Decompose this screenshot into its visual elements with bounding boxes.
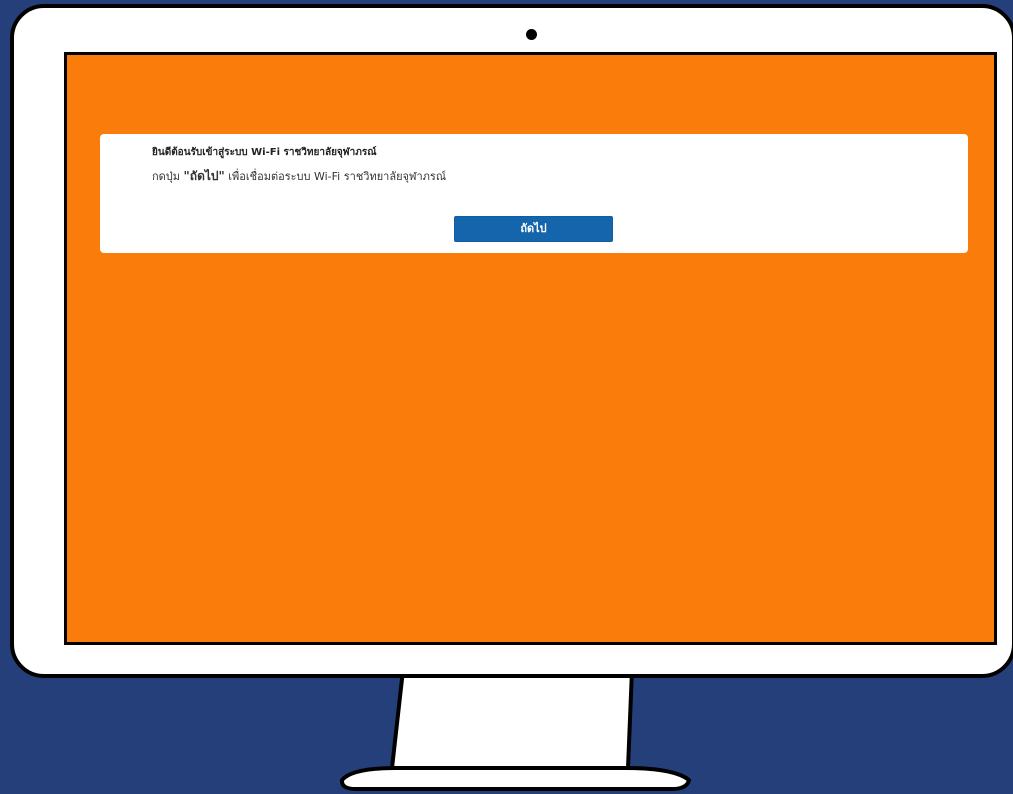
- instruction-suffix: เพื่อเชื่อมต่อระบบ Wi-Fi ราชวิทยาลัยจุฬา…: [228, 170, 447, 183]
- next-button[interactable]: ถัดไป: [454, 216, 613, 242]
- instruction-prefix: กดปุ่ม: [152, 170, 181, 183]
- welcome-instruction: กดปุ่ม "ถัดไป" เพื่อเชื่อมต่อระบบ Wi-Fi …: [152, 169, 954, 184]
- monitor-screen: ยินดีต้อนรับเข้าสู่ระบบ Wi-Fi ราชวิทยาลั…: [64, 52, 997, 645]
- instruction-button-ref: "ถัดไป": [183, 169, 225, 183]
- welcome-title: ยินดีต้อนรับเข้าสู่ระบบ Wi-Fi ราชวิทยาลั…: [152, 147, 377, 158]
- webcam-icon: [526, 29, 537, 40]
- monitor-illustration: ยินดีต้อนรับเข้าสู่ระบบ Wi-Fi ราชวิทยาลั…: [0, 0, 1013, 794]
- welcome-card: ยินดีต้อนรับเข้าสู่ระบบ Wi-Fi ราชวิทยาลั…: [100, 134, 968, 253]
- monitor-frame: ยินดีต้อนรับเข้าสู่ระบบ Wi-Fi ราชวิทยาลั…: [10, 4, 1013, 678]
